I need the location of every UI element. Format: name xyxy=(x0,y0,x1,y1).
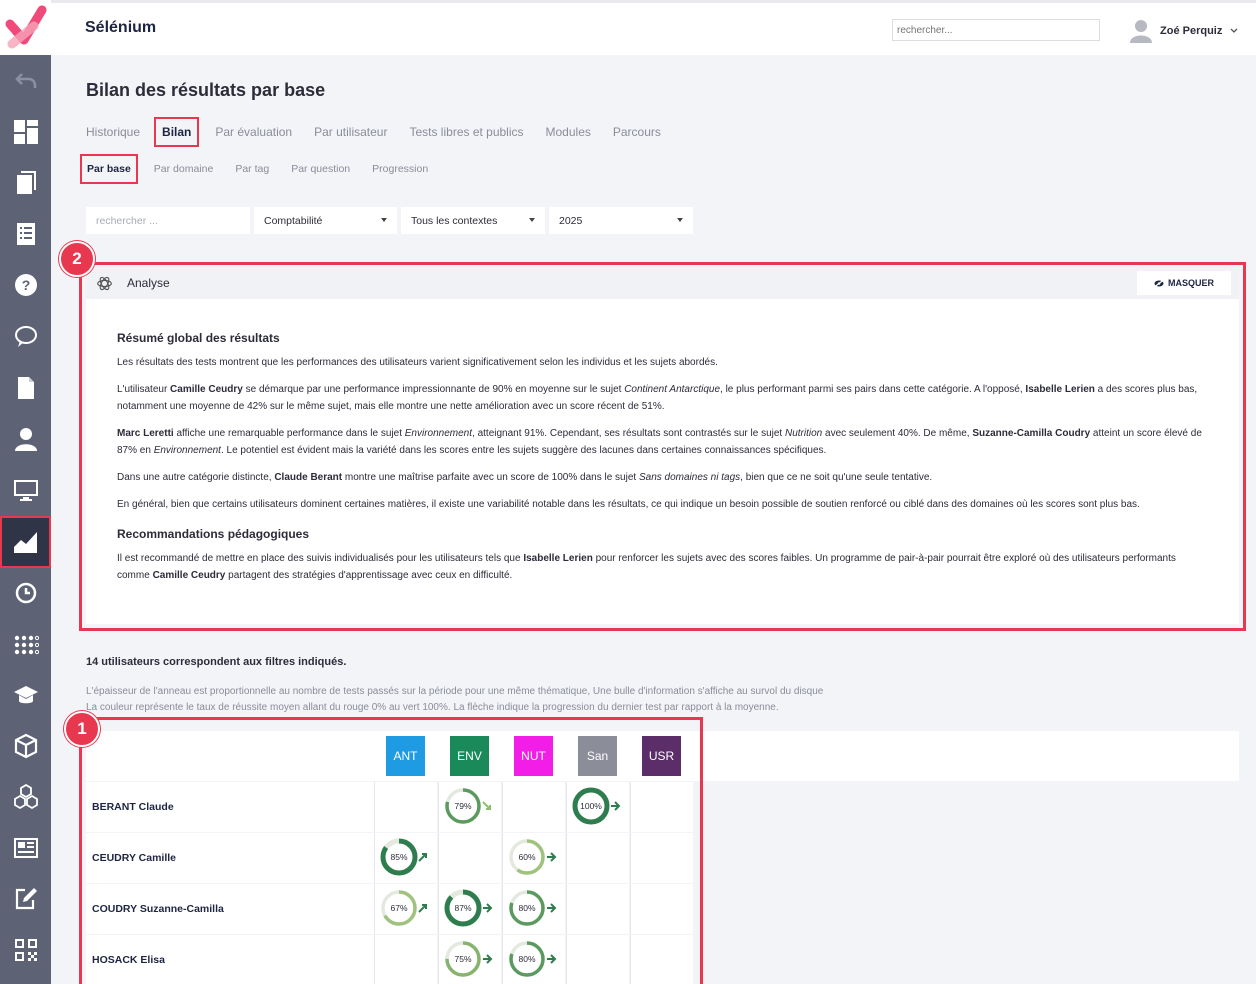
subtab-par-domaine[interactable]: Par domaine xyxy=(154,154,214,184)
filter-search-input[interactable]: rechercher ... xyxy=(86,207,250,234)
global-search-input[interactable] xyxy=(892,19,1100,41)
user-menu[interactable]: Zoé Perquiz xyxy=(1130,19,1238,43)
sidebar: ? xyxy=(0,0,51,984)
highlight-frame-grid xyxy=(79,717,703,984)
question-icon: ? xyxy=(14,274,37,296)
qr-code-icon xyxy=(14,939,37,961)
cube-icon xyxy=(14,733,37,759)
tab-bilan[interactable]: Bilan xyxy=(154,117,200,147)
filter-base-select[interactable]: Comptabilité xyxy=(254,207,397,234)
filters-bar: rechercher ... Comptabilité Tous les con… xyxy=(86,207,693,234)
page-title: Bilan des résultats par base xyxy=(86,80,326,100)
sidebar-item-help[interactable]: ? xyxy=(0,260,51,310)
avatar-icon xyxy=(1130,20,1152,43)
tab-parcours[interactable]: Parcours xyxy=(613,117,661,147)
dots-grid-icon xyxy=(14,635,39,655)
tab-modules[interactable]: Modules xyxy=(546,117,591,147)
tab-tests-libres[interactable]: Tests libres et publics xyxy=(409,117,523,147)
user-icon xyxy=(14,428,37,451)
callout-badge-1: 1 xyxy=(64,711,100,747)
monitor-icon xyxy=(13,480,38,501)
subtab-par-base[interactable]: Par base xyxy=(80,154,138,184)
results-count: 14 utilisateurs correspondent aux filtre… xyxy=(86,656,347,668)
sidebar-item-results[interactable] xyxy=(0,516,51,568)
callout-badge-2: 2 xyxy=(59,241,95,277)
sidebar-item-training[interactable] xyxy=(0,670,51,720)
sidebar-item-module[interactable] xyxy=(0,721,51,771)
filter-context-select[interactable]: Tous les contextes xyxy=(401,207,545,234)
cubes-icon xyxy=(13,784,38,810)
list-icon xyxy=(16,223,35,245)
sidebar-item-qrcode[interactable] xyxy=(0,925,51,975)
main-tabs: Historique Bilan Par évaluation Par util… xyxy=(86,117,683,147)
sidebar-item-screen[interactable] xyxy=(0,465,51,515)
newspaper-icon xyxy=(13,838,38,858)
filter-year-select[interactable]: 2025 xyxy=(549,207,693,234)
user-name: Zoé Perquiz xyxy=(1160,25,1223,37)
app-title: Sélénium xyxy=(85,19,157,36)
undo-icon xyxy=(14,73,36,88)
sidebar-item-list[interactable] xyxy=(0,209,51,259)
tab-par-evaluation[interactable]: Par évaluation xyxy=(215,117,292,147)
subtab-par-tag[interactable]: Par tag xyxy=(235,154,269,184)
file-icon xyxy=(17,377,34,399)
chevron-down-icon xyxy=(1230,28,1238,33)
sidebar-item-users[interactable] xyxy=(0,414,51,464)
graduation-cap-icon xyxy=(13,686,38,704)
sidebar-item-file[interactable] xyxy=(0,363,51,413)
highlight-frame-analyse xyxy=(79,262,1246,631)
sidebar-item-documents[interactable] xyxy=(0,158,51,208)
chat-bubble-icon xyxy=(14,326,37,347)
sidebar-item-groups[interactable] xyxy=(0,619,51,669)
svg-text:?: ? xyxy=(21,277,30,293)
sidebar-item-modules[interactable] xyxy=(0,772,51,822)
app-logo[interactable] xyxy=(0,0,51,55)
subtab-par-question[interactable]: Par question xyxy=(291,154,350,184)
clock-icon xyxy=(15,582,36,604)
sidebar-item-back[interactable] xyxy=(0,55,51,105)
sidebar-item-edit[interactable] xyxy=(0,874,51,924)
subtab-progression[interactable]: Progression xyxy=(372,154,428,184)
sub-tabs: Par base Par domaine Par tag Par questio… xyxy=(80,154,450,184)
sidebar-item-comments[interactable] xyxy=(0,312,51,362)
legend-line-thickness: L'épaisseur de l'anneau est proportionne… xyxy=(86,686,824,697)
tab-historique[interactable]: Historique xyxy=(86,117,140,147)
pages-icon xyxy=(16,171,36,194)
edit-icon xyxy=(15,888,37,910)
sidebar-item-history[interactable] xyxy=(0,568,51,618)
dashboard-icon xyxy=(13,120,38,144)
legend-line-color: La couleur représente le taux de réussit… xyxy=(86,702,779,713)
sidebar-item-news[interactable] xyxy=(0,823,51,873)
top-bar: Sélénium Zoé Perquiz xyxy=(51,0,1256,55)
sidebar-item-dashboard[interactable] xyxy=(0,107,51,157)
area-chart-icon xyxy=(13,532,37,553)
tab-par-utilisateur[interactable]: Par utilisateur xyxy=(314,117,387,147)
results-legend: L'épaisseur de l'anneau est proportionne… xyxy=(86,684,823,716)
logo-check-icon xyxy=(5,5,46,48)
